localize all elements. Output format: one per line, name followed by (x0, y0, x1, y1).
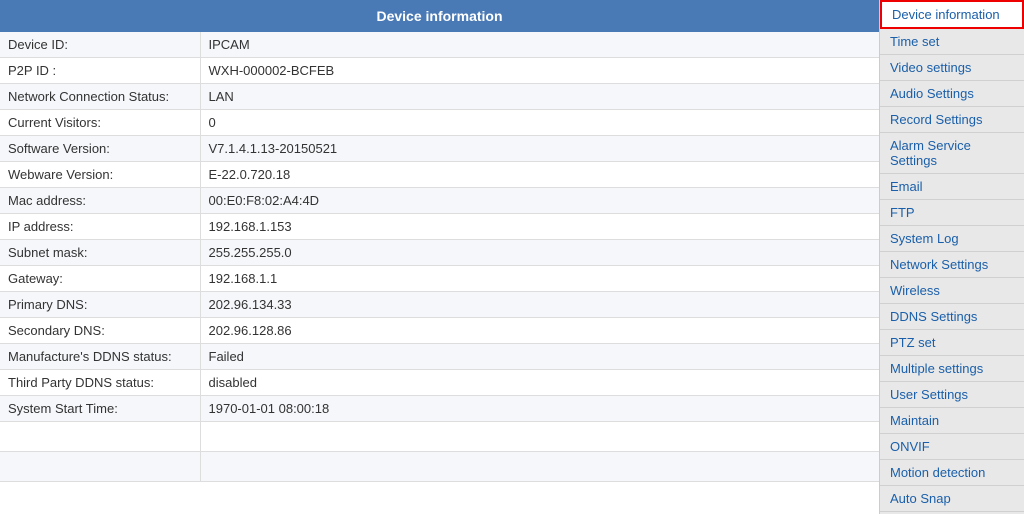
row-label: Network Connection Status: (0, 84, 200, 110)
row-value: IPCAM (200, 32, 879, 58)
row-value: WXH-000002-BCFEB (200, 58, 879, 84)
row-label: Third Party DDNS status: (0, 370, 200, 396)
row-value: 1970-01-01 08:00:18 (200, 396, 879, 422)
row-value: 192.168.1.1 (200, 266, 879, 292)
row-value: 00:E0:F8:02:A4:4D (200, 188, 879, 214)
row-value: V7.1.4.1.13-20150521 (200, 136, 879, 162)
row-value: 192.168.1.153 (200, 214, 879, 240)
table-row: Secondary DNS:202.96.128.86 (0, 318, 879, 344)
table-row: Network Connection Status:LAN (0, 84, 879, 110)
row-label: Gateway: (0, 266, 200, 292)
row-value: E-22.0.720.18 (200, 162, 879, 188)
sidebar-item-record-settings[interactable]: Record Settings (880, 107, 1024, 133)
row-label: Manufacture's DDNS status: (0, 344, 200, 370)
row-value: 202.96.128.86 (200, 318, 879, 344)
sidebar-item-maintain[interactable]: Maintain (880, 408, 1024, 434)
sidebar-item-wireless[interactable]: Wireless (880, 278, 1024, 304)
empty-row (0, 452, 879, 482)
row-label: Subnet mask: (0, 240, 200, 266)
sidebar-item-auto-snap[interactable]: Auto Snap (880, 486, 1024, 512)
sidebar-item-ftp[interactable]: FTP (880, 200, 1024, 226)
row-value: 255.255.255.0 (200, 240, 879, 266)
table-row: IP address:192.168.1.153 (0, 214, 879, 240)
sidebar-item-device-information[interactable]: Device information (880, 0, 1024, 29)
row-label: Current Visitors: (0, 110, 200, 136)
sidebar: Device informationTime setVideo settings… (879, 0, 1024, 514)
main-content: Device information Device ID:IPCAMP2P ID… (0, 0, 879, 514)
row-label: System Start Time: (0, 396, 200, 422)
row-value: disabled (200, 370, 879, 396)
table-row: Third Party DDNS status:disabled (0, 370, 879, 396)
empty-row (0, 422, 879, 452)
table-row: Gateway:192.168.1.1 (0, 266, 879, 292)
table-row: Webware Version:E-22.0.720.18 (0, 162, 879, 188)
table-row: Device ID:IPCAM (0, 32, 879, 58)
sidebar-item-system-log[interactable]: System Log (880, 226, 1024, 252)
table-row: P2P ID :WXH-000002-BCFEB (0, 58, 879, 84)
row-label: Secondary DNS: (0, 318, 200, 344)
table-row: Current Visitors:0 (0, 110, 879, 136)
row-value: Failed (200, 344, 879, 370)
table-row: System Start Time:1970-01-01 08:00:18 (0, 396, 879, 422)
page-title: Device information (0, 0, 879, 32)
table-row: Mac address:00:E0:F8:02:A4:4D (0, 188, 879, 214)
row-label: P2P ID : (0, 58, 200, 84)
row-label: Device ID: (0, 32, 200, 58)
table-row: Subnet mask:255.255.255.0 (0, 240, 879, 266)
sidebar-item-ptz-set[interactable]: PTZ set (880, 330, 1024, 356)
sidebar-item-motion-detection[interactable]: Motion detection (880, 460, 1024, 486)
sidebar-item-time-set[interactable]: Time set (880, 29, 1024, 55)
sidebar-item-network-settings[interactable]: Network Settings (880, 252, 1024, 278)
sidebar-item-ddns-settings[interactable]: DDNS Settings (880, 304, 1024, 330)
sidebar-item-email[interactable]: Email (880, 174, 1024, 200)
row-value: 202.96.134.33 (200, 292, 879, 318)
row-label: Software Version: (0, 136, 200, 162)
row-label: IP address: (0, 214, 200, 240)
table-row: Primary DNS:202.96.134.33 (0, 292, 879, 318)
row-value: LAN (200, 84, 879, 110)
table-row: Manufacture's DDNS status:Failed (0, 344, 879, 370)
device-info-table: Device ID:IPCAMP2P ID :WXH-000002-BCFEBN… (0, 32, 879, 482)
sidebar-item-video-settings[interactable]: Video settings (880, 55, 1024, 81)
sidebar-item-audio-settings[interactable]: Audio Settings (880, 81, 1024, 107)
sidebar-item-multiple-settings[interactable]: Multiple settings (880, 356, 1024, 382)
row-label: Webware Version: (0, 162, 200, 188)
sidebar-item-alarm-service-settings[interactable]: Alarm Service Settings (880, 133, 1024, 174)
sidebar-item-user-settings[interactable]: User Settings (880, 382, 1024, 408)
table-row: Software Version:V7.1.4.1.13-20150521 (0, 136, 879, 162)
row-value: 0 (200, 110, 879, 136)
row-label: Mac address: (0, 188, 200, 214)
row-label: Primary DNS: (0, 292, 200, 318)
sidebar-item-onvif[interactable]: ONVIF (880, 434, 1024, 460)
